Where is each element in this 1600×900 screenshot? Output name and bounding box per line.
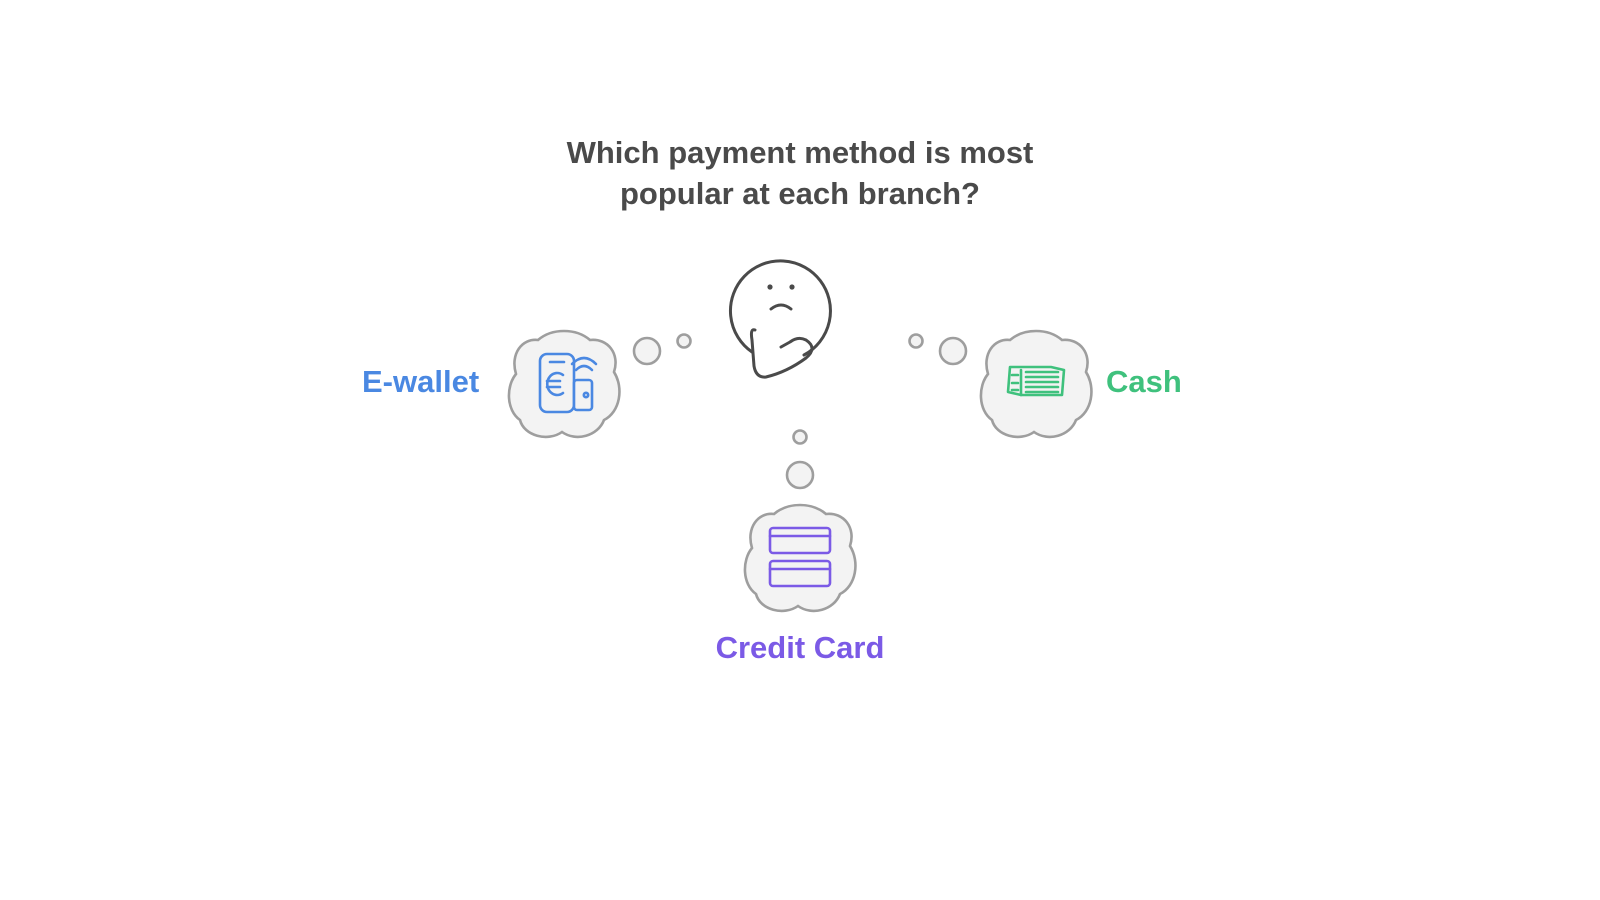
dot-down-small [792,429,808,445]
dot-right-small [908,333,924,349]
dot-down-large [785,460,815,490]
diagram-canvas [507,259,1093,613]
option-label-ewallet: E-wallet [362,364,480,399]
credit-cloud [743,503,857,613]
ewallet-cloud [507,329,621,439]
dot-right-large [938,336,968,366]
cash-cloud [979,329,1093,439]
option-label-cash: Cash [1106,364,1182,399]
dot-left-large [632,336,662,366]
thinking-face-icon [729,259,832,379]
option-label-credit-card: Credit Card [715,630,885,665]
dot-left-small [676,333,692,349]
cash-stack-icon [1006,365,1066,397]
thought-dots [632,333,968,490]
